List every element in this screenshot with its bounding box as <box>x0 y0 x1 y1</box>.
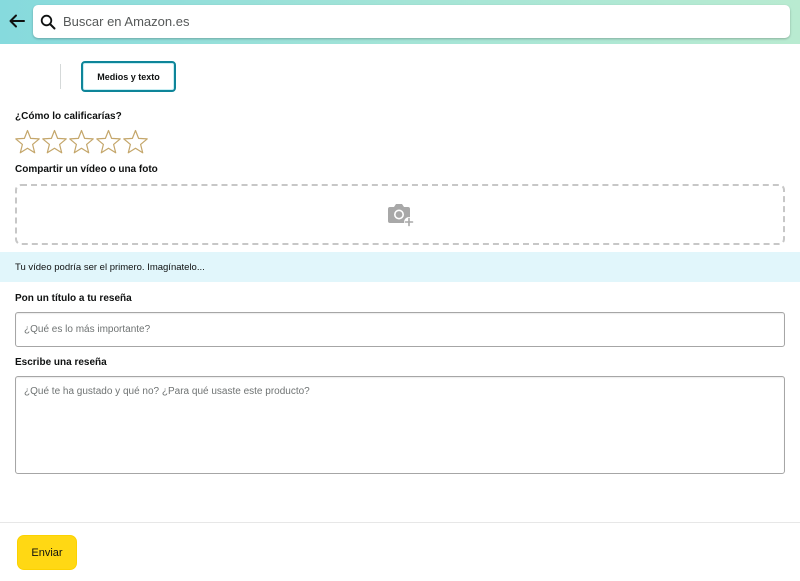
search-input[interactable] <box>63 5 790 38</box>
star-4-icon[interactable] <box>95 129 122 155</box>
review-title-input[interactable] <box>15 312 785 347</box>
tab-media-and-text[interactable]: Medios y texto <box>81 61 176 92</box>
review-body-textarea[interactable] <box>15 376 785 474</box>
submit-button[interactable]: Enviar <box>17 535 77 570</box>
media-upload-label: Compartir un vídeo o una foto <box>15 164 158 175</box>
video-prompt-banner: Tu vídeo podría ser el primero. Imagínat… <box>0 252 800 282</box>
rating-label: ¿Cómo lo calificarías? <box>15 111 122 122</box>
search-box[interactable] <box>33 5 790 38</box>
camera-add-icon <box>388 203 414 227</box>
header-bar <box>0 0 800 44</box>
media-upload-area[interactable] <box>15 184 785 245</box>
star-rating[interactable] <box>14 129 149 155</box>
search-icon[interactable] <box>39 13 57 31</box>
review-body-label: Escribe una reseña <box>15 357 107 368</box>
tab-divider <box>60 64 61 89</box>
tab-media-and-text-label: Medios y texto <box>97 71 160 82</box>
video-prompt-text: Tu vídeo podría ser el primero. Imagínat… <box>15 261 205 273</box>
back-arrow-icon[interactable] <box>4 8 30 34</box>
star-2-icon[interactable] <box>41 129 68 155</box>
star-5-icon[interactable] <box>122 129 149 155</box>
star-3-icon[interactable] <box>68 129 95 155</box>
submit-button-label: Enviar <box>31 546 63 559</box>
star-1-icon[interactable] <box>14 129 41 155</box>
footer-divider <box>0 522 800 523</box>
review-title-label: Pon un título a tu reseña <box>15 293 132 304</box>
